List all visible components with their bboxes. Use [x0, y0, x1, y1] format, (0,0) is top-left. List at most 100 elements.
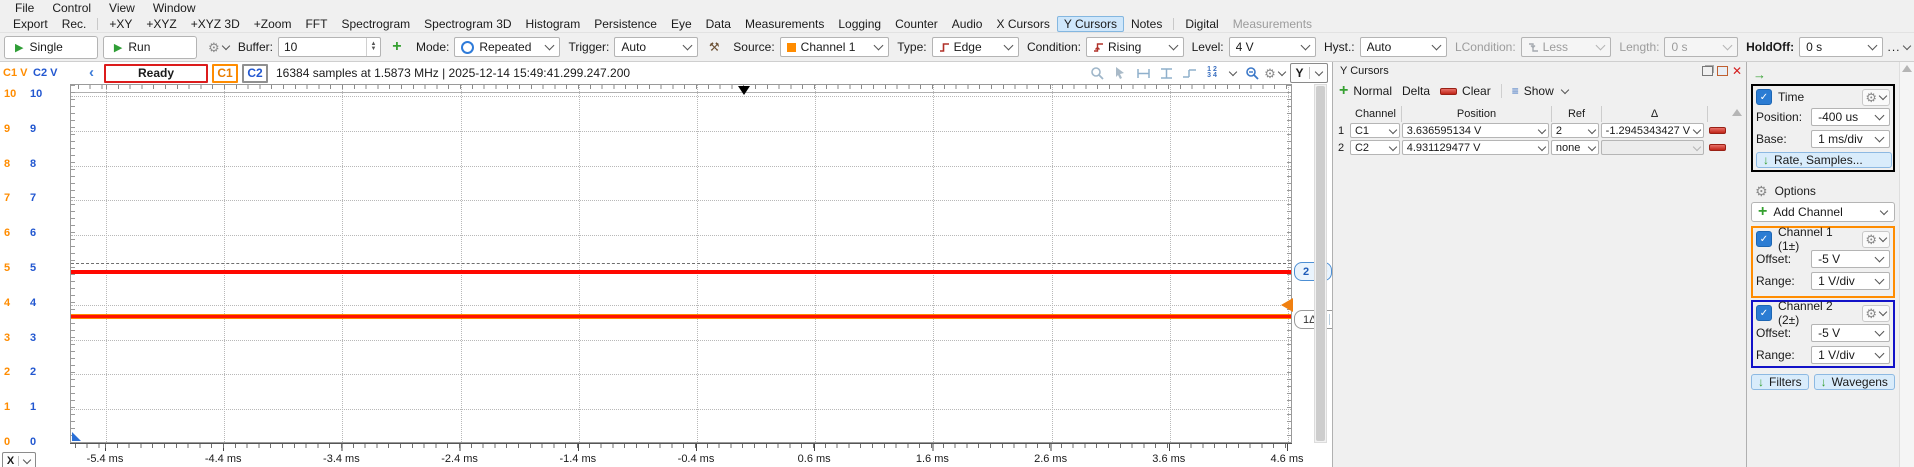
close-icon[interactable]: ✕: [1732, 66, 1742, 76]
dock-window-icon[interactable]: [1717, 66, 1728, 76]
view-tab-measurements[interactable]: Measurements: [738, 17, 831, 31]
trigger-setup-button[interactable]: ⚒: [703, 36, 725, 59]
view-tab-rec-[interactable]: Rec.: [55, 17, 94, 31]
menu-file[interactable]: File: [6, 1, 43, 15]
horizontal-measure-icon[interactable]: [1135, 66, 1151, 80]
channel1-status-badge[interactable]: C1: [212, 64, 238, 83]
time-gear-button[interactable]: ⚙: [1862, 89, 1890, 106]
cursor-position-select[interactable]: 3.636595134 V: [1402, 123, 1549, 138]
single-button[interactable]: ▶ Single: [4, 36, 98, 59]
clear-cursors-button[interactable]: Clear: [1440, 84, 1491, 98]
view-tab-audio[interactable]: Audio: [945, 17, 990, 31]
quarters-icon[interactable]: 1 23 4: [1204, 66, 1220, 80]
menu-window[interactable]: Window: [144, 1, 205, 15]
trigger-select[interactable]: Auto: [614, 37, 698, 57]
holdoff-select[interactable]: 0 s: [1799, 37, 1883, 57]
y-axis-selector-button[interactable]: Y: [1290, 63, 1328, 83]
zoom-out-icon[interactable]: [1244, 66, 1260, 80]
view-tab-spectrogram[interactable]: Spectrogram: [334, 17, 417, 31]
trigger-level-marker[interactable]: [1281, 298, 1293, 312]
cursor-delta-select[interactable]: [1601, 140, 1704, 155]
time-position-select[interactable]: -400 us: [1811, 108, 1890, 126]
add-delta-cursor-button[interactable]: Delta: [1402, 84, 1430, 98]
plot-settings-gear-icon[interactable]: ⚙: [1267, 66, 1283, 80]
cursor-delta-select[interactable]: -1.2945343427 V: [1601, 123, 1704, 138]
channel1-gear-button[interactable]: ⚙: [1862, 231, 1890, 248]
channel2-trace-cursor2[interactable]: [71, 270, 1291, 274]
options-button[interactable]: ⚙ Options: [1755, 182, 1816, 200]
filters-button[interactable]: ↓ Filters: [1751, 374, 1809, 390]
view-tab-spectrogram-3d[interactable]: Spectrogram 3D: [417, 17, 518, 31]
remove-cursor-button[interactable]: [1709, 144, 1726, 151]
channel2-offset-select[interactable]: -5 V: [1811, 324, 1890, 342]
remove-cursor-button[interactable]: [1709, 127, 1726, 134]
zoom-in-icon[interactable]: [1089, 66, 1105, 80]
cursors-table-scrollbar[interactable]: [1730, 106, 1744, 226]
view-tab--xyz[interactable]: +XYZ: [139, 17, 183, 31]
chevron-down-icon[interactable]: [1229, 68, 1237, 76]
channel1-range-select[interactable]: 1 V/div: [1811, 272, 1890, 290]
time-checkbox[interactable]: ✓: [1756, 89, 1772, 105]
cursor-channel-select[interactable]: C2: [1350, 140, 1400, 155]
hysteresis-select[interactable]: Auto: [1360, 37, 1447, 57]
view-tab-x-cursors[interactable]: X Cursors: [989, 17, 1056, 31]
view-tab-histogram[interactable]: Histogram: [519, 17, 588, 31]
panel-scrollbar[interactable]: [1899, 62, 1914, 467]
view-tab-export[interactable]: Export: [6, 17, 55, 31]
cursor2-dashed-line[interactable]: [71, 263, 1291, 264]
add-channel-button[interactable]: + Add Channel: [1751, 202, 1895, 222]
view-tab-logging[interactable]: Logging: [831, 17, 888, 31]
view-tab-persistence[interactable]: Persistence: [587, 17, 664, 31]
view-tab-notes[interactable]: Notes: [1124, 17, 1169, 31]
mode-select[interactable]: Repeated: [454, 37, 560, 57]
channel2-gear-button[interactable]: ⚙: [1862, 305, 1890, 322]
view-tab-data[interactable]: Data: [699, 17, 738, 31]
run-button[interactable]: ▶ Run: [103, 36, 197, 59]
view-tab--xy[interactable]: +XY: [102, 17, 139, 31]
add-normal-cursor-button[interactable]: + Normal: [1339, 84, 1392, 98]
channel2-range-select[interactable]: 1 V/div: [1811, 346, 1890, 364]
step-measure-icon[interactable]: [1181, 66, 1197, 80]
x-position-marker[interactable]: [72, 432, 81, 441]
view-tab-eye[interactable]: Eye: [664, 17, 699, 31]
collapse-left-icon[interactable]: ‹: [89, 64, 94, 81]
wavegens-button[interactable]: ↓ Wavegens: [1814, 374, 1895, 390]
plot-vertical-scrollbar[interactable]: [1314, 84, 1327, 443]
time-base-select[interactable]: 1 ms/div: [1811, 130, 1890, 148]
rate-samples-button[interactable]: ↓ Rate, Samples...: [1756, 152, 1892, 168]
channel2-status-badge[interactable]: C2: [242, 64, 268, 83]
channel1-checkbox[interactable]: ✓: [1756, 231, 1772, 247]
view-tab--zoom[interactable]: +Zoom: [247, 17, 299, 31]
channel1-trace-cursor1[interactable]: [71, 314, 1291, 319]
level-select[interactable]: 4 V: [1229, 37, 1316, 57]
view-tab--xyz-3d[interactable]: +XYZ 3D: [184, 17, 247, 31]
trigger-time-marker[interactable]: [738, 86, 750, 95]
condition-select[interactable]: Rising: [1086, 37, 1184, 57]
pointer-tool-icon[interactable]: [1112, 66, 1128, 80]
view-tab-digital[interactable]: Digital: [1178, 17, 1225, 31]
type-select[interactable]: Edge: [932, 37, 1019, 57]
cursor-position-select[interactable]: 4.931129477 V: [1402, 140, 1549, 155]
channel1-offset-select[interactable]: -5 V: [1811, 250, 1890, 268]
waveform-plot-canvas[interactable]: [70, 84, 1292, 443]
cursor-ref-select[interactable]: none: [1551, 140, 1599, 155]
view-tab-y-cursors[interactable]: Y Cursors: [1057, 16, 1124, 32]
toolbar-overflow-button[interactable]: ...: [1888, 36, 1910, 59]
show-menu-button[interactable]: ≡ Show: [1512, 84, 1569, 98]
buffer-stepper[interactable]: 10 ▲▼: [278, 37, 381, 57]
vertical-measure-icon[interactable]: [1158, 66, 1174, 80]
add-buffer-button[interactable]: +: [386, 36, 408, 59]
cursor-channel-select[interactable]: C1: [1350, 123, 1400, 138]
source-select[interactable]: Channel 1: [780, 37, 890, 57]
float-window-icon[interactable]: [1702, 66, 1713, 76]
channel2-checkbox[interactable]: ✓: [1756, 305, 1772, 321]
length-select[interactable]: 0 s: [1664, 37, 1738, 57]
x-axis-selector-button[interactable]: X: [2, 452, 36, 467]
view-tab-fft[interactable]: FFT: [298, 17, 334, 31]
menu-view[interactable]: View: [100, 1, 144, 15]
cursor-ref-select[interactable]: 2: [1551, 123, 1599, 138]
view-tab-counter[interactable]: Counter: [888, 17, 945, 31]
buffer-settings-button[interactable]: ⚙: [208, 36, 230, 59]
collapse-right-icon[interactable]: →: [1753, 67, 1766, 82]
stepper-arrows-icon[interactable]: ▲▼: [366, 38, 380, 56]
